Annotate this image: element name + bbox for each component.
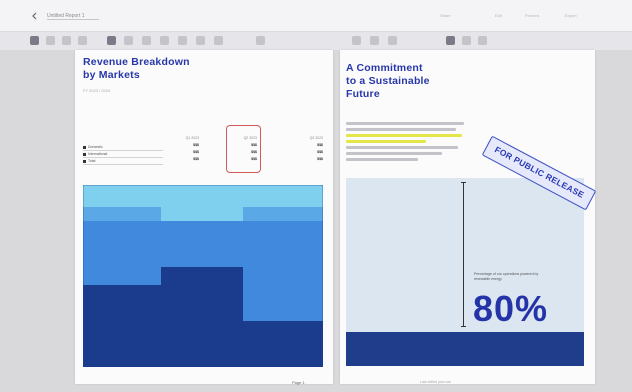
table-column: Q3 2023 $$$ $$$ $$$ [297, 136, 323, 163]
zoom-out-icon[interactable] [352, 36, 361, 45]
right-heading: A Commitment to a Sustainable Future [346, 62, 496, 101]
table-cell: $$$ [193, 150, 199, 154]
right-heading-line-1: A Commitment [346, 62, 423, 74]
text-line [346, 152, 442, 155]
page-right[interactable]: A Commitment to a Sustainable Future Per… [340, 50, 597, 384]
align-tool-icon[interactable] [214, 36, 223, 45]
table-column: Q1 2023 $$$ $$$ $$$ [173, 136, 199, 163]
settings-icon[interactable] [462, 36, 471, 45]
share-button[interactable]: Share [440, 11, 451, 21]
table-tool-icon[interactable] [124, 36, 133, 45]
sustainability-image[interactable]: Percentage of our operations powered by … [346, 178, 584, 366]
redo-tool-icon[interactable] [196, 36, 205, 45]
export-button[interactable]: Export [565, 11, 577, 21]
stat-caption: Percentage of our operations powered by … [474, 272, 539, 281]
comment-tool-icon[interactable] [160, 36, 169, 45]
left-heading-line-2: by Markets [83, 69, 140, 81]
chart-area-cyan-step [161, 207, 243, 221]
image-tool-icon[interactable] [107, 36, 116, 45]
edit-button[interactable]: Edit [495, 11, 502, 21]
right-heading-line-2: to a Sustainable [346, 75, 430, 87]
measure-cap-bottom [461, 326, 466, 327]
chart-area-cyan [83, 185, 323, 207]
layers-icon[interactable] [446, 36, 455, 45]
edit-status: Last edited just now [420, 380, 451, 384]
back-button[interactable] [30, 11, 40, 21]
left-heading-line-1: Revenue Breakdown [83, 56, 190, 68]
undo-tool-icon[interactable] [178, 36, 187, 45]
table-cell: $$$ [193, 143, 199, 147]
body-paragraph[interactable] [346, 122, 464, 164]
grid-tool-icon[interactable] [256, 36, 265, 45]
chart-tool-icon[interactable] [142, 36, 151, 45]
app-window: Untitled Report 1 Share Edit Present Exp… [0, 0, 632, 392]
toolbar [0, 32, 632, 50]
back-arrow-icon [32, 12, 37, 20]
highlight-annotation[interactable] [226, 125, 261, 173]
highlighted-text-line[interactable] [346, 140, 426, 143]
image-footer-band [346, 332, 584, 366]
title-bar: Untitled Report 1 Share Edit Present Exp… [0, 0, 632, 32]
zoom-in-icon[interactable] [370, 36, 379, 45]
table-cell: $$$ [317, 150, 323, 154]
table-cell: $$$ [193, 157, 199, 161]
left-subtitle: FY 2023 / 2024 [83, 88, 111, 93]
table-row-label: Domestic [83, 144, 163, 151]
text-line [346, 128, 456, 131]
present-button[interactable]: Present [525, 11, 539, 21]
stat-value: 80% [473, 288, 549, 329]
text-tool-icon[interactable] [46, 36, 55, 45]
more-icon[interactable] [478, 36, 487, 45]
select-tool-icon[interactable] [30, 36, 39, 45]
table-cell: $$$ [317, 157, 323, 161]
page-left[interactable]: Revenue Breakdown by Markets FY 2023 / 2… [75, 50, 333, 384]
fit-page-icon[interactable] [388, 36, 397, 45]
table-cell: $$$ [317, 143, 323, 147]
revenue-chart-svg [83, 185, 323, 367]
revenue-step-chart[interactable] [83, 185, 323, 367]
right-heading-line-3: Future [346, 88, 380, 100]
measure-line [463, 182, 464, 326]
left-heading: Revenue Breakdown by Markets [83, 56, 283, 82]
page-indicator: Page 1 [292, 380, 305, 385]
highlighted-text-line[interactable] [346, 134, 462, 137]
text-line [346, 146, 458, 149]
table-row-label: Total [83, 158, 163, 165]
pen-tool-icon[interactable] [62, 36, 71, 45]
table-row-label: International [83, 151, 163, 158]
shape-tool-icon[interactable] [78, 36, 87, 45]
text-line [346, 122, 464, 125]
text-line [346, 158, 418, 161]
document-title[interactable]: Untitled Report 1 [47, 10, 117, 22]
measure-cap-top [461, 182, 466, 183]
